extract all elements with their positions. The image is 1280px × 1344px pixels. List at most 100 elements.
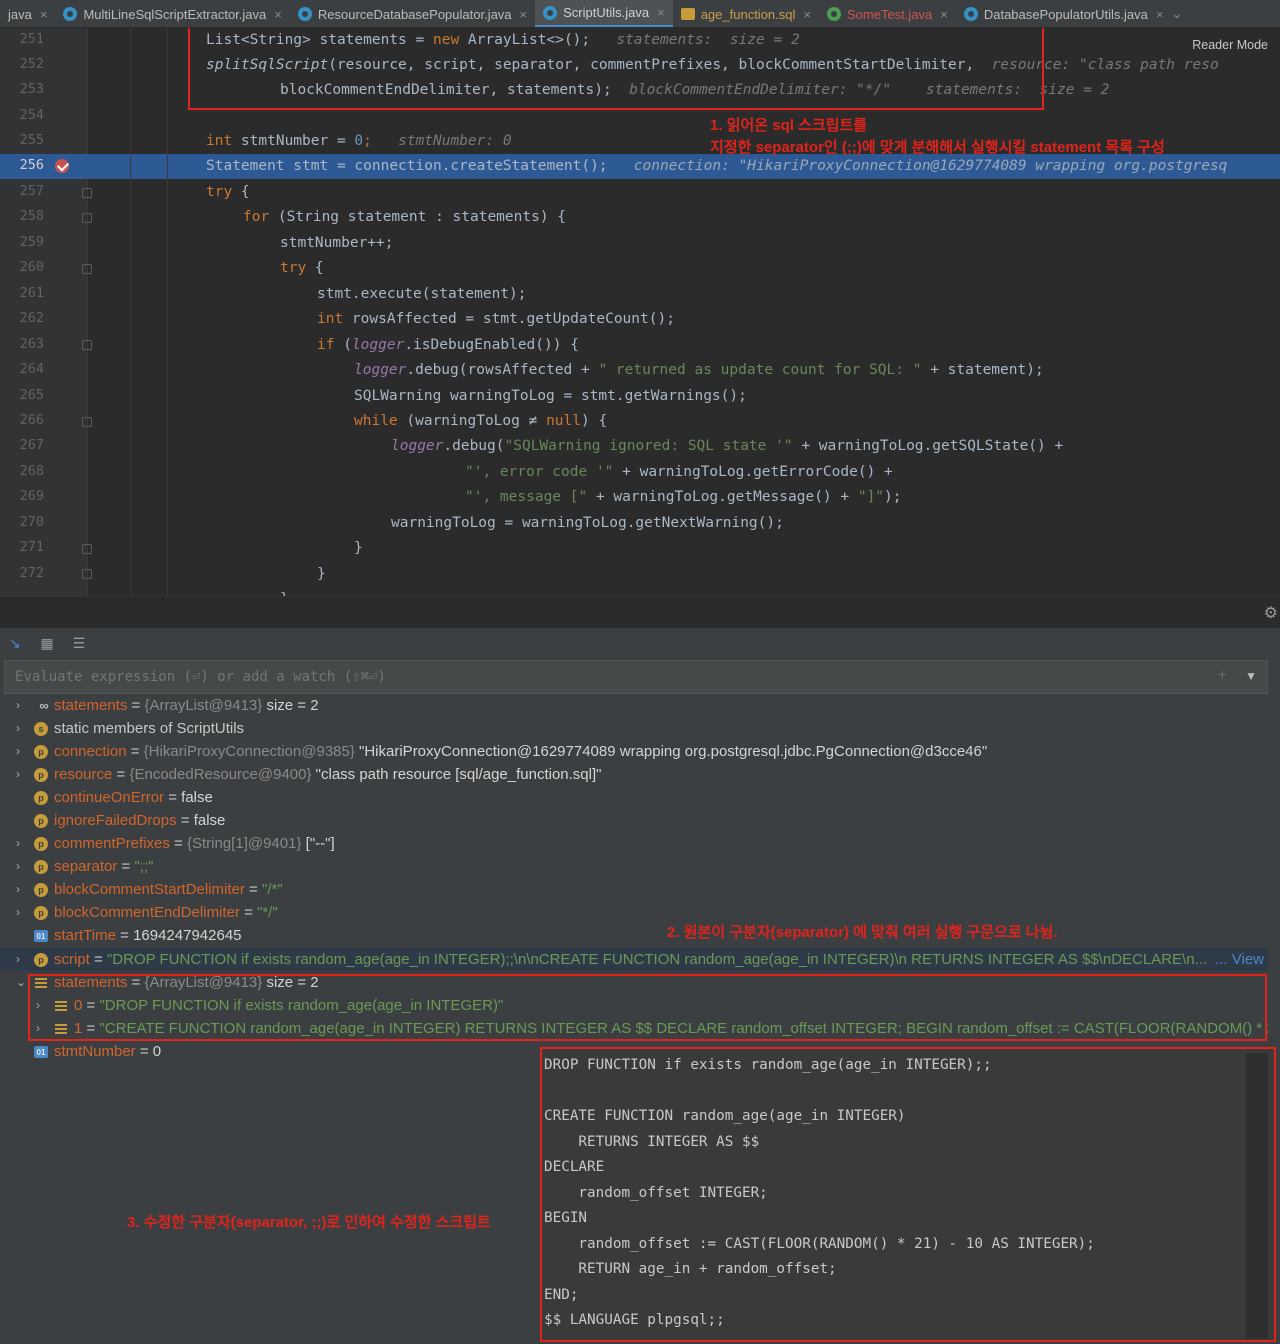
variables-toolbar: ↘ ▦ ☰	[0, 628, 1280, 658]
variable-row[interactable]: 01 startTime = 1694247942645	[0, 924, 1268, 947]
close-icon[interactable]: ×	[40, 7, 48, 22]
code-line-269: "', message [" + warningToLog.getMessage…	[465, 489, 902, 505]
variable-row[interactable]: › p blockCommentStartDelimiter = "/*"	[0, 878, 1268, 901]
code-line-261: stmt.execute(statement);	[317, 286, 527, 302]
chevron-right-icon[interactable]: ›	[16, 901, 20, 924]
variable-row[interactable]: › s static members of ScriptUtils	[0, 717, 1268, 740]
variable-text: blockCommentStartDelimiter = "/*"	[54, 881, 283, 898]
variable-row[interactable]: p ignoreFailedDrops = false	[0, 809, 1268, 832]
add-watch-icon[interactable]: +	[1218, 667, 1227, 685]
chevron-right-icon[interactable]: ›	[16, 855, 20, 878]
annotation-box-1	[188, 28, 1044, 110]
annotation-3: 3. 수정한 구분자(separator, ;;)로 인하여 수정한 스크립트	[127, 1214, 491, 1231]
variable-value: "class path resource [sql/age_function.s…	[311, 766, 602, 783]
variable-text: stmtNumber = 0	[54, 1043, 162, 1060]
variable-value: "/*"	[262, 881, 283, 898]
tab-multiline-extractor[interactable]: MultiLineSqlScriptExtractor.java ×	[55, 0, 289, 27]
evaluate-expression-input[interactable]	[15, 669, 1195, 685]
layout-icon[interactable]: ☰	[70, 634, 88, 652]
fold-icon[interactable]	[82, 188, 92, 198]
step-into-icon[interactable]: ↘	[6, 634, 24, 652]
tab-label: ResourceDatabasePopulator.java	[317, 6, 512, 22]
fold-icon[interactable]	[82, 264, 92, 274]
variable-row[interactable]: › p connection = {HikariProxyConnection@93…	[0, 740, 1268, 763]
chevron-down-icon[interactable]: ⌄	[16, 971, 26, 994]
line-number: 251	[19, 31, 44, 47]
code-line-263: if (logger.isDebugEnabled()) {	[317, 337, 579, 353]
chevron-right-icon[interactable]: ›	[16, 717, 20, 740]
breakpoint-icon[interactable]	[55, 159, 69, 173]
variable-name: blockCommentStartDelimiter	[54, 881, 245, 898]
code-line-266: while (warningToLog ≠ null) {	[354, 413, 608, 429]
popup-scrollbar[interactable]	[1246, 1053, 1268, 1339]
local-icon: 01	[34, 1046, 48, 1058]
tab-resource-populator[interactable]: ResourceDatabasePopulator.java ×	[290, 0, 535, 27]
tab-database-populator-utils[interactable]: DatabasePopulatorUtils.java × ⌄	[956, 0, 1191, 27]
line-number: 255	[19, 132, 44, 148]
indent-guide	[130, 28, 131, 596]
fold-icon[interactable]	[82, 544, 92, 554]
tab-label: DatabasePopulatorUtils.java	[983, 6, 1148, 22]
line-number: 263	[19, 336, 44, 352]
code-line-270: warningToLog = warningToLog.getNextWarni…	[391, 515, 784, 531]
calculator-icon[interactable]: ▦	[38, 634, 56, 652]
code-editor[interactable]: 251 252 253 254 255 256 257 258 259 260 261 262 263 2…	[0, 28, 1280, 596]
variable-value: 1694247942645	[133, 927, 242, 944]
code-line-262: int rowsAffected = stmt.getUpdateCount()…	[317, 311, 675, 327]
variable-row[interactable]: › p commentPrefixes = {String[1]@9401} ["-…	[0, 832, 1268, 855]
code-line-271: }	[354, 540, 363, 556]
code-line-273: }	[280, 587, 289, 596]
line-number: 256	[19, 157, 44, 173]
close-icon[interactable]: ×	[1156, 7, 1164, 22]
close-icon[interactable]: ×	[940, 7, 948, 22]
variable-name: blockCommentEndDelimiter	[54, 904, 240, 921]
annotation-1-line1: 1. 읽어온 sql 스크립트를	[710, 117, 868, 134]
tab-java[interactable]: java ×	[0, 0, 55, 27]
fold-icon[interactable]	[82, 340, 92, 350]
fold-icon[interactable]	[82, 569, 92, 579]
tab-label: MultiLineSqlScriptExtractor.java	[83, 6, 267, 22]
variable-row[interactable]: › ∞ statements = {ArrayList@9413} size = 2	[0, 694, 1268, 717]
gear-icon[interactable]: ⚙	[1264, 603, 1278, 623]
view-link[interactable]: ... View	[1211, 948, 1264, 971]
close-icon[interactable]: ×	[520, 7, 528, 22]
evaluate-expression-bar[interactable]: + ▼	[4, 660, 1268, 694]
chevron-right-icon[interactable]: ›	[16, 763, 20, 786]
variable-name: continueOnError	[54, 789, 165, 806]
close-icon[interactable]: ×	[274, 7, 282, 22]
chevron-right-icon[interactable]: ›	[16, 878, 20, 901]
java-class-icon	[297, 7, 312, 21]
chevron-down-icon[interactable]: ▼	[1245, 669, 1257, 683]
fold-icon[interactable]	[82, 417, 92, 427]
reader-mode-toggle[interactable]: Reader Mode	[1192, 38, 1268, 52]
panel-divider[interactable]: ⚙	[0, 596, 1280, 628]
script-value-text: DROP FUNCTION if exists random_age(age_i…	[544, 1057, 1095, 1328]
variable-text: blockCommentEndDelimiter = "*/"	[54, 904, 278, 921]
tab-script-utils[interactable]: ScriptUtils.java ×	[535, 0, 673, 27]
line-number: 259	[19, 234, 44, 250]
tab-some-test[interactable]: SomeTest.java ×	[819, 0, 956, 27]
code-line-259: stmtNumber++;	[280, 235, 394, 251]
variable-ref: {ArrayList@9413}	[144, 697, 263, 714]
chevron-right-icon[interactable]: ›	[16, 694, 20, 717]
chevron-right-icon[interactable]: ›	[16, 740, 20, 763]
line-number: 272	[19, 565, 44, 581]
watch-icon: ∞	[39, 698, 49, 713]
variable-row[interactable]: p continueOnError = false	[0, 786, 1268, 809]
close-icon[interactable]: ×	[657, 5, 665, 20]
chevron-right-icon[interactable]: ›	[16, 832, 20, 855]
chevron-right-icon[interactable]: ›	[16, 948, 20, 971]
variable-name: script	[54, 951, 90, 968]
variable-row[interactable]: › p separator = ";;"	[0, 855, 1268, 878]
script-value-popup[interactable]: DROP FUNCTION if exists random_age(age_i…	[540, 1047, 1276, 1342]
variable-row[interactable]: › p blockCommentEndDelimiter = "*/"	[0, 901, 1268, 924]
variable-row[interactable]: › p resource = {EncodedResource@9400} "cla…	[0, 763, 1268, 786]
tab-age-function-sql[interactable]: age_function.sql ×	[673, 0, 819, 27]
param-icon: p	[34, 814, 48, 828]
line-number: 252	[19, 56, 44, 72]
chevron-down-icon[interactable]: ⌄	[1171, 6, 1182, 22]
fold-icon[interactable]	[82, 213, 92, 223]
close-icon[interactable]: ×	[803, 7, 811, 22]
tab-label: SomeTest.java	[846, 6, 933, 22]
variable-row[interactable]: › p script = "DROP FUNCTION if exists rand…	[0, 948, 1268, 971]
